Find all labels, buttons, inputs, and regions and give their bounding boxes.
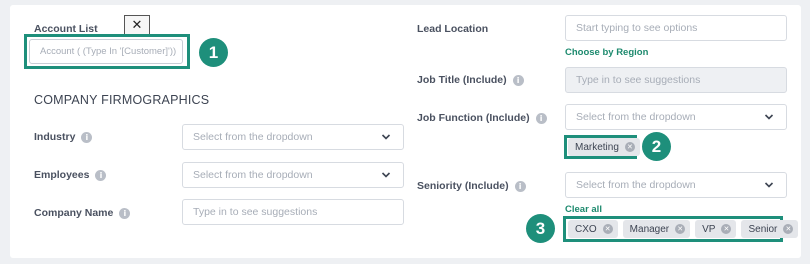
annotation-badge-3: 3 — [526, 214, 555, 243]
company-name-placeholder: Type in to see suggestions — [193, 206, 318, 218]
info-icon: i — [81, 131, 93, 143]
chip-marketing: Marketing ✕ — [568, 138, 640, 156]
chip-label: Manager — [629, 223, 670, 235]
annotation-badge-1: 1 — [199, 38, 228, 67]
job-title-input[interactable]: Type in to see suggestions — [565, 67, 787, 93]
industry-dropdown[interactable]: Select from the dropdown — [182, 124, 404, 150]
info-icon: i — [512, 74, 524, 86]
clear-all-link[interactable]: Clear all — [565, 204, 602, 215]
industry-label-text: Industry — [34, 131, 76, 143]
chevron-down-icon — [381, 172, 391, 178]
chip-cxo: CXO ✕ — [568, 220, 618, 238]
remove-icon[interactable]: ✕ — [783, 224, 794, 234]
info-icon: i — [535, 112, 547, 124]
remove-icon[interactable]: ✕ — [675, 224, 686, 234]
annotation-highlight-2: Marketing ✕ — [564, 135, 640, 159]
remove-icon[interactable]: ✕ — [602, 224, 613, 234]
seniority-label-text: Seniority (Include) — [417, 180, 509, 192]
lead-location-placeholder: Start typing to see options — [576, 22, 698, 34]
job-title-label-text: Job Title (Include) — [417, 74, 507, 86]
filter-panel: Account List ✕ Account ( (Type In '[Cust… — [10, 5, 801, 258]
chip-manager: Manager ✕ — [622, 220, 691, 238]
seniority-dropdown[interactable]: Select from the dropdown — [565, 172, 787, 198]
chip-label: Marketing — [575, 141, 619, 153]
job-function-placeholder: Select from the dropdown — [576, 111, 696, 123]
employees-label-text: Employees — [34, 169, 90, 181]
chevron-down-icon — [381, 134, 391, 140]
industry-placeholder: Select from the dropdown — [193, 131, 313, 143]
chip-vp: VP ✕ — [695, 220, 737, 238]
lead-location-input[interactable]: Start typing to see options — [565, 15, 787, 41]
choose-by-region-link[interactable]: Choose by Region — [565, 47, 648, 58]
account-input[interactable]: Account ( (Type In '[Customer]')) — [29, 39, 183, 64]
chevron-down-icon — [764, 114, 774, 120]
employees-placeholder: Select from the dropdown — [193, 169, 313, 181]
info-icon: i — [95, 169, 107, 181]
company-name-label-text: Company Name — [34, 207, 114, 219]
account-input-placeholder: Account ( (Type In '[Customer]')) — [40, 46, 177, 57]
remove-icon[interactable]: ✕ — [624, 142, 635, 152]
annotation-highlight-3: CXO ✕ Manager ✕ VP ✕ Senior ✕ — [563, 216, 799, 242]
job-title-placeholder: Type in to see suggestions — [576, 74, 701, 86]
close-icon: ✕ — [131, 17, 143, 33]
close-button[interactable]: ✕ — [124, 15, 150, 35]
company-name-label: Company Name i — [34, 207, 131, 219]
annotation-badge-2: 2 — [642, 132, 671, 161]
chevron-down-icon — [764, 182, 774, 188]
lead-location-label: Lead Location — [417, 23, 489, 35]
job-function-label-text: Job Function (Include) — [417, 112, 530, 124]
employees-dropdown[interactable]: Select from the dropdown — [182, 162, 404, 188]
info-icon: i — [514, 180, 526, 192]
section-heading: COMPANY FIRMOGRAPHICS — [34, 93, 210, 107]
industry-label: Industry i — [34, 131, 93, 143]
remove-icon[interactable]: ✕ — [721, 224, 732, 234]
employees-label: Employees i — [34, 169, 107, 181]
chip-senior: Senior ✕ — [741, 220, 799, 238]
company-name-input[interactable]: Type in to see suggestions — [182, 199, 404, 225]
chip-label: VP — [702, 223, 716, 235]
annotation-highlight-1: Account ( (Type In '[Customer]')) — [24, 34, 190, 69]
seniority-label: Seniority (Include) i — [417, 180, 526, 192]
seniority-placeholder: Select from the dropdown — [576, 179, 696, 191]
chip-label: CXO — [575, 223, 597, 235]
job-function-dropdown[interactable]: Select from the dropdown — [565, 104, 787, 130]
job-function-label: Job Function (Include) i — [417, 112, 547, 124]
info-icon: i — [119, 207, 131, 219]
chip-label: Senior — [748, 223, 778, 235]
job-title-label: Job Title (Include) i — [417, 74, 524, 86]
